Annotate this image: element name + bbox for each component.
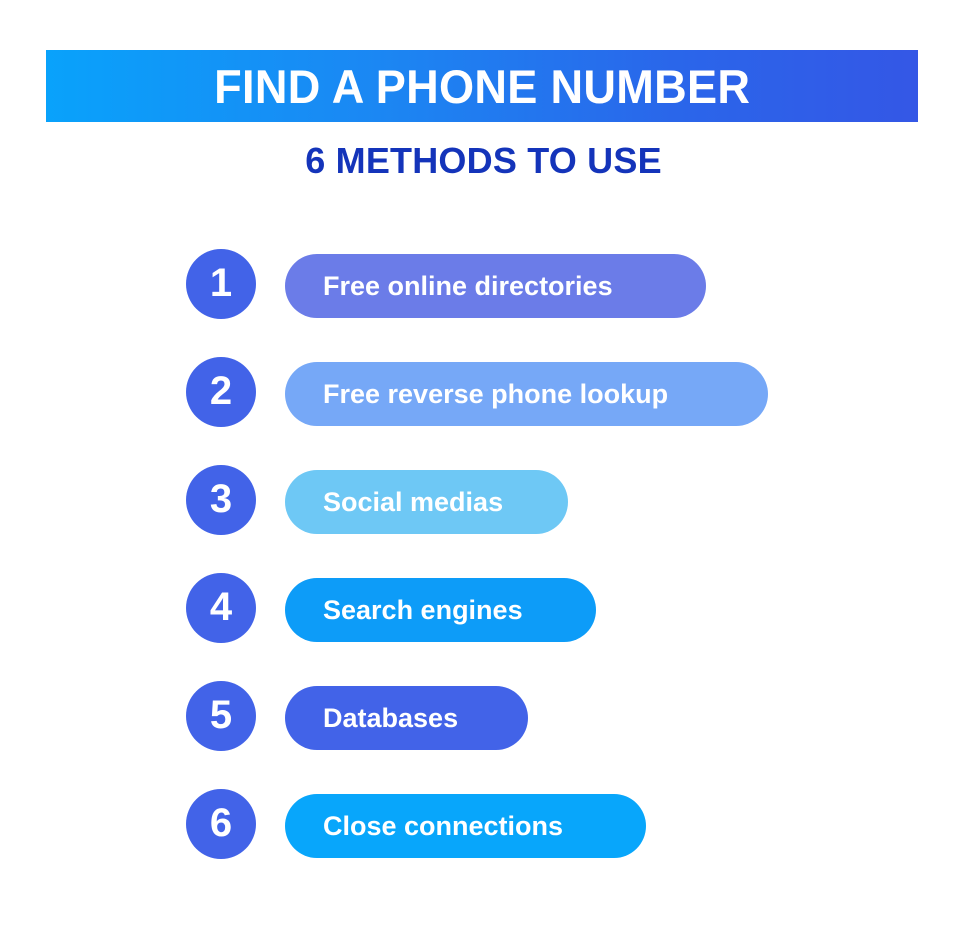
method-row: 4 Search engines [0,573,967,643]
infographic-root: FIND A PHONE NUMBER 6 METHODS TO USE 1 F… [0,0,967,930]
method-pill-5[interactable]: Databases [285,686,528,750]
method-pill-6[interactable]: Close connections [285,794,646,858]
method-number-badge-6: 6 [186,789,256,859]
method-label-5: Databases [323,702,459,733]
page-subtitle: 6 METHODS TO USE [305,140,662,181]
method-label-2: Free reverse phone lookup [323,378,669,409]
method-number-badge-1: 1 [186,249,256,319]
method-label-6: Close connections [323,810,564,841]
method-pill-2[interactable]: Free reverse phone lookup [285,362,768,426]
method-row: 5 Databases [0,681,967,751]
method-row: 2 Free reverse phone lookup [0,357,967,427]
methods-list: 1 Free online directories 2 Free reverse… [0,249,967,859]
title-banner: FIND A PHONE NUMBER [46,50,918,122]
method-label-1: Free online directories [323,270,613,301]
method-label-3: Social medias [323,486,504,517]
method-row: 1 Free online directories [0,249,967,319]
method-number-badge-4: 4 [186,573,256,643]
method-row: 3 Social medias [0,465,967,535]
method-pill-3[interactable]: Social medias [285,470,568,534]
method-pill-4[interactable]: Search engines [285,578,596,642]
method-number-badge-3: 3 [186,465,256,535]
method-label-4: Search engines [323,594,523,625]
method-number-badge-5: 5 [186,681,256,751]
page-title: FIND A PHONE NUMBER [213,59,751,113]
method-pill-1[interactable]: Free online directories [285,254,706,318]
method-number-badge-2: 2 [186,357,256,427]
method-row: 6 Close connections [0,789,967,859]
